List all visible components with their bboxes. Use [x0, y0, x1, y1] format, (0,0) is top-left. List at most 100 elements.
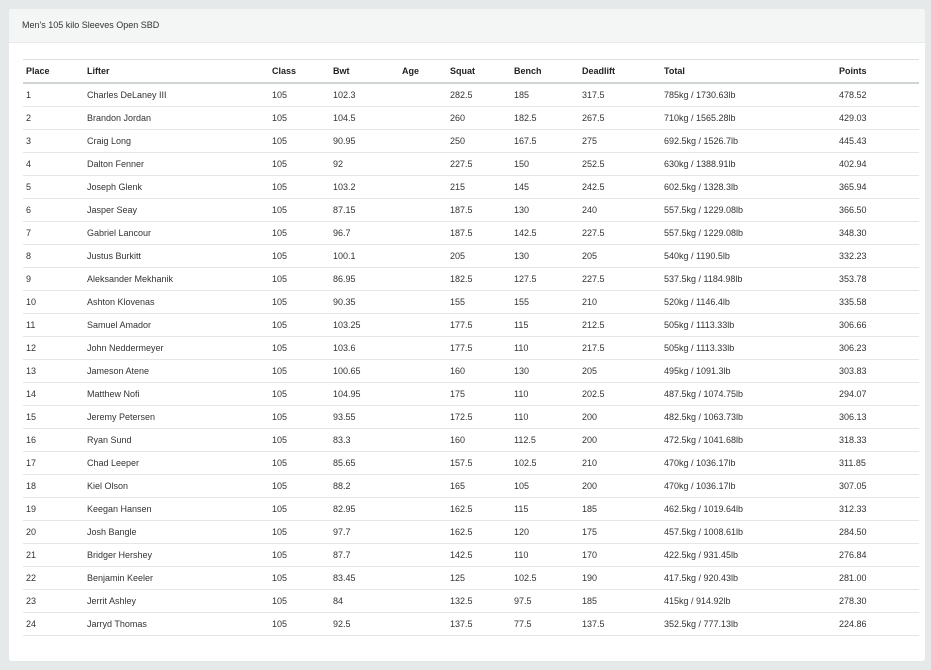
cell-bench: 112.5 [511, 428, 579, 452]
table-row: 18 Kiel Olson 105 88.2 165 105 200 470kg / 1036… [23, 474, 919, 498]
cell-age [399, 520, 447, 544]
cell-deadlift: 242.5 [579, 175, 661, 199]
cell-place: 10 [23, 290, 84, 314]
cell-squat: 142.5 [447, 543, 511, 567]
column-header-total[interactable]: Total [661, 59, 836, 84]
cell-squat: 250 [447, 129, 511, 153]
cell-squat: 132.5 [447, 589, 511, 613]
cell-age [399, 244, 447, 268]
cell-bwt: 86.95 [330, 267, 399, 291]
cell-bench: 77.5 [511, 612, 579, 636]
cell-deadlift: 217.5 [579, 336, 661, 360]
cell-bwt: 103.25 [330, 313, 399, 337]
table-row: 13 Jameson Atene 105 100.65 160 130 205 495kg /… [23, 359, 919, 383]
cell-lifter: Brandon Jordan [84, 106, 269, 130]
cell-class: 105 [269, 497, 330, 521]
column-header-deadlift[interactable]: Deadlift [579, 59, 661, 84]
table-row: 3 Craig Long 105 90.95 250 167.5 275 692.5kg / … [23, 129, 919, 153]
cell-age [399, 83, 447, 107]
cell-deadlift: 137.5 [579, 612, 661, 636]
cell-total: 520kg / 1146.4lb [661, 290, 836, 314]
cell-class: 105 [269, 451, 330, 475]
cell-bench: 110 [511, 405, 579, 429]
cell-squat: 187.5 [447, 221, 511, 245]
cell-squat: 205 [447, 244, 511, 268]
cell-class: 105 [269, 336, 330, 360]
cell-total: 557.5kg / 1229.08lb [661, 198, 836, 222]
cell-bwt: 97.7 [330, 520, 399, 544]
cell-place: 14 [23, 382, 84, 406]
cell-place: 15 [23, 405, 84, 429]
column-header-bench[interactable]: Bench [511, 59, 579, 84]
cell-points: 224.86 [836, 612, 919, 636]
cell-total: 540kg / 1190.5lb [661, 244, 836, 268]
cell-lifter: Dalton Fenner [84, 152, 269, 176]
cell-squat: 137.5 [447, 612, 511, 636]
cell-bwt: 83.45 [330, 566, 399, 590]
cell-place: 18 [23, 474, 84, 498]
cell-age [399, 359, 447, 383]
cell-class: 105 [269, 290, 330, 314]
cell-place: 16 [23, 428, 84, 452]
cell-class: 105 [269, 83, 330, 107]
column-header-age[interactable]: Age [399, 59, 447, 84]
column-header-lifter[interactable]: Lifter [84, 59, 269, 84]
cell-points: 366.50 [836, 198, 919, 222]
cell-bench: 127.5 [511, 267, 579, 291]
cell-class: 105 [269, 359, 330, 383]
table-row: 6 Jasper Seay 105 87.15 187.5 130 240 557.5kg /… [23, 198, 919, 222]
table-row: 12 John Neddermeyer 105 103.6 177.5 110 217.5 5… [23, 336, 919, 360]
column-header-points[interactable]: Points [836, 59, 919, 84]
cell-bench: 115 [511, 313, 579, 337]
cell-age [399, 612, 447, 636]
cell-age [399, 474, 447, 498]
column-header-squat[interactable]: Squat [447, 59, 511, 84]
cell-bench: 105 [511, 474, 579, 498]
cell-total: 537.5kg / 1184.98lb [661, 267, 836, 291]
cell-lifter: Aleksander Mekhanik [84, 267, 269, 291]
cell-class: 105 [269, 313, 330, 337]
cell-place: 7 [23, 221, 84, 245]
cell-total: 785kg / 1730.63lb [661, 83, 836, 107]
cell-class: 105 [269, 474, 330, 498]
table-row: 19 Keegan Hansen 105 82.95 162.5 115 185 462.5k… [23, 497, 919, 521]
cell-lifter: Charles DeLaney III [84, 83, 269, 107]
cell-bench: 155 [511, 290, 579, 314]
column-header-bwt[interactable]: Bwt [330, 59, 399, 84]
cell-deadlift: 227.5 [579, 267, 661, 291]
cell-points: 311.85 [836, 451, 919, 475]
cell-lifter: Jameson Atene [84, 359, 269, 383]
cell-bwt: 84 [330, 589, 399, 613]
cell-bwt: 83.3 [330, 428, 399, 452]
cell-lifter: Justus Burkitt [84, 244, 269, 268]
cell-squat: 160 [447, 428, 511, 452]
table-row: 21 Bridger Hershey 105 87.7 142.5 110 170 422.5… [23, 543, 919, 567]
cell-points: 276.84 [836, 543, 919, 567]
cell-place: 9 [23, 267, 84, 291]
column-header-class[interactable]: Class [269, 59, 330, 84]
cell-age [399, 290, 447, 314]
cell-squat: 175 [447, 382, 511, 406]
cell-points: 318.33 [836, 428, 919, 452]
cell-squat: 260 [447, 106, 511, 130]
cell-bwt: 87.7 [330, 543, 399, 567]
cell-deadlift: 200 [579, 405, 661, 429]
cell-place: 11 [23, 313, 84, 337]
cell-deadlift: 275 [579, 129, 661, 153]
cell-squat: 162.5 [447, 520, 511, 544]
cell-deadlift: 185 [579, 497, 661, 521]
table-row: 23 Jerrit Ashley 105 84 132.5 97.5 185 415kg / … [23, 589, 919, 613]
cell-squat: 157.5 [447, 451, 511, 475]
cell-class: 105 [269, 244, 330, 268]
results-table: Place Lifter Class Bwt Age Squat Bench Deadlift… [23, 59, 919, 636]
cell-lifter: Jasper Seay [84, 198, 269, 222]
cell-lifter: Keegan Hansen [84, 497, 269, 521]
cell-place: 8 [23, 244, 84, 268]
cell-deadlift: 205 [579, 359, 661, 383]
table-header-row: Place Lifter Class Bwt Age Squat Bench Deadlift… [23, 59, 919, 84]
cell-lifter: Craig Long [84, 129, 269, 153]
column-header-place[interactable]: Place [23, 59, 84, 84]
cell-class: 105 [269, 589, 330, 613]
cell-points: 332.23 [836, 244, 919, 268]
cell-squat: 227.5 [447, 152, 511, 176]
